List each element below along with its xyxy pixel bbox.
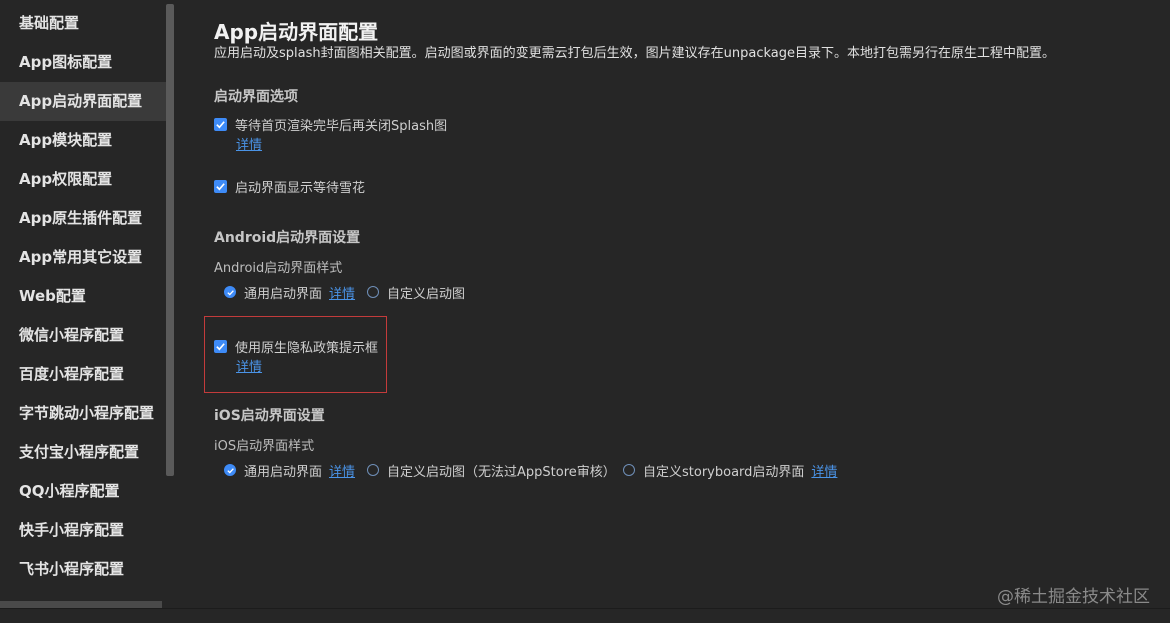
android-style-label: Android启动界面样式 (214, 261, 343, 276)
sidebar-item-baidu-mp[interactable]: 百度小程序配置 (0, 355, 166, 394)
android-default-radio[interactable] (224, 286, 236, 298)
android-default-label: 通用启动界面 (244, 286, 323, 302)
sidebar-item-bytedance-mp[interactable]: 字节跳动小程序配置 (0, 394, 166, 433)
sidebar-item-qq-mp[interactable]: QQ小程序配置 (0, 472, 166, 511)
ios-default-detail-link[interactable]: 详情 (329, 461, 355, 480)
ios-storyboard-label: 自定义storyboard启动界面 (643, 464, 805, 480)
ios-section-title: iOS启动界面设置 (214, 408, 325, 424)
checkmark-icon (226, 289, 234, 296)
android-section-title: Android启动界面设置 (214, 230, 361, 246)
ios-default-radio[interactable] (224, 464, 236, 476)
wait-render-option: 等待首页渲染完毕后再关闭Splash图 (214, 115, 448, 134)
ios-custom-image-label: 自定义启动图（无法过AppStore审核） (387, 464, 616, 480)
sidebar-item-app-native-plugins[interactable]: App原生插件配置 (0, 199, 166, 238)
splash-options-title: 启动界面选项 (214, 89, 298, 105)
privacy-highlight-box (204, 316, 387, 393)
sidebar-item-alipay-mp[interactable]: 支付宝小程序配置 (0, 433, 166, 472)
sidebar-item-wechat-mp[interactable]: 微信小程序配置 (0, 316, 166, 355)
ios-custom-image-radio[interactable] (367, 464, 379, 476)
sidebar-item-app-icon[interactable]: App图标配置 (0, 43, 166, 82)
android-radio-custom: 自定义启动图 (367, 283, 466, 302)
ios-storyboard-radio[interactable] (623, 464, 635, 476)
ios-radio-custom-image: 自定义启动图（无法过AppStore审核） (367, 461, 616, 480)
settings-sidebar: 基础配置 App图标配置 App启动界面配置 App模块配置 App权限配置 A… (0, 0, 166, 623)
wait-render-checkbox[interactable] (214, 117, 227, 131)
main-panel: App启动界面配置 应用启动及splash封面图相关配置。启动图或界面的变更需云… (214, 0, 1154, 623)
checkmark-icon (216, 182, 225, 190)
wait-render-label: 等待首页渲染完毕后再关闭Splash图 (235, 118, 448, 134)
ios-radio-default: 通用启动界面 详情 (224, 461, 355, 480)
android-custom-radio[interactable] (367, 286, 379, 298)
android-custom-label: 自定义启动图 (387, 286, 466, 302)
sidebar-item-web[interactable]: Web配置 (0, 277, 166, 316)
checkmark-icon (216, 120, 225, 128)
sidebar-horizontal-scrollbar[interactable] (0, 601, 162, 608)
page-description: 应用启动及splash封面图相关配置。启动图或界面的变更需云打包后生效，图片建议… (214, 46, 1055, 61)
watermark: @稀土掘金技术社区 (997, 587, 1150, 607)
sidebar-item-kuaishou-mp[interactable]: 快手小程序配置 (0, 511, 166, 550)
checkmark-icon (226, 467, 234, 474)
sidebar-item-app-modules[interactable]: App模块配置 (0, 121, 166, 160)
android-default-detail-link[interactable]: 详情 (329, 283, 355, 302)
show-waiting-option: 启动界面显示等待雪花 (214, 177, 366, 196)
show-waiting-checkbox[interactable] (214, 179, 227, 193)
show-waiting-label: 启动界面显示等待雪花 (235, 180, 366, 196)
sidebar-item-app-permissions[interactable]: App权限配置 (0, 160, 166, 199)
ios-style-label: iOS启动界面样式 (214, 439, 315, 454)
ios-radio-storyboard: 自定义storyboard启动界面 详情 (623, 461, 837, 480)
android-radio-default: 通用启动界面 详情 (224, 283, 355, 302)
ios-storyboard-detail-link[interactable]: 详情 (811, 461, 837, 480)
sidebar-item-basic[interactable]: 基础配置 (0, 4, 166, 43)
sidebar-item-app-splash[interactable]: App启动界面配置 (0, 82, 166, 121)
wait-render-detail-link[interactable]: 详情 (236, 134, 262, 153)
ios-default-label: 通用启动界面 (244, 464, 323, 480)
sidebar-item-feishu-mp[interactable]: 飞书小程序配置 (0, 550, 166, 589)
sidebar-item-app-other-settings[interactable]: App常用其它设置 (0, 238, 166, 277)
sidebar-vertical-scrollbar[interactable] (166, 4, 174, 476)
page-title: App启动界面配置 (214, 20, 379, 44)
